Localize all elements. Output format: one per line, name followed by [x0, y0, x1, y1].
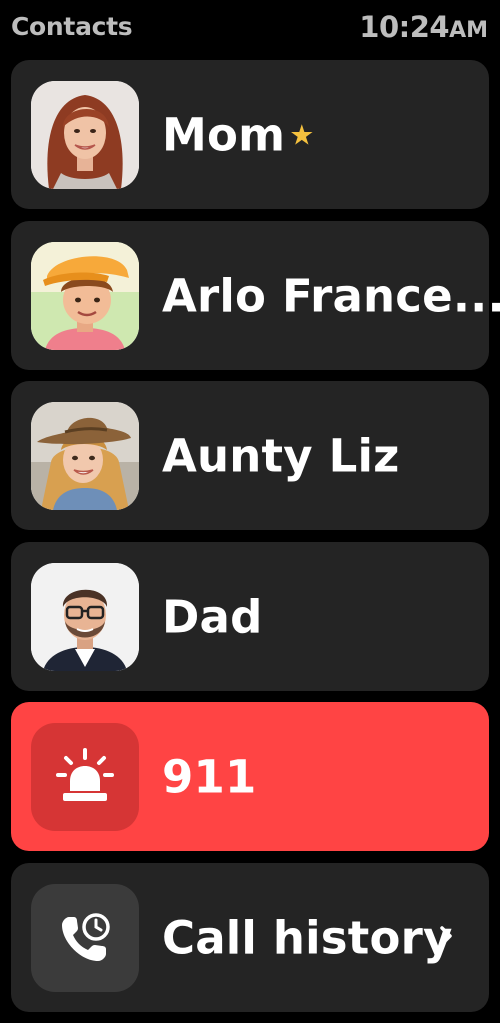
avatar	[31, 242, 139, 350]
contact-card-mom[interactable]: Mom ★	[11, 60, 489, 209]
avatar	[31, 402, 139, 510]
contact-card-dad[interactable]: Dad	[11, 542, 489, 691]
call-history-button[interactable]: Call history	[11, 863, 489, 1012]
contact-name-text: Mom	[162, 108, 286, 161]
contact-card-aunty-liz[interactable]: Aunty Liz	[11, 381, 489, 530]
call-history-label: Call history	[162, 911, 453, 964]
girl-brown-hat-avatar	[31, 402, 139, 510]
clock-ampm: AM	[449, 18, 488, 43]
chevron-right-icon	[438, 924, 454, 952]
emergency-call-button[interactable]: 911	[11, 702, 489, 851]
screen-title: Contacts	[11, 12, 133, 41]
contact-card-arlo[interactable]: Arlo France...	[11, 221, 500, 370]
contact-name: Arlo France...	[162, 269, 500, 322]
contact-name: Mom ★	[162, 108, 315, 161]
avatar	[31, 81, 139, 189]
contact-name: Aunty Liz	[162, 429, 400, 482]
icon-tile	[31, 884, 139, 992]
boy-orange-cap-avatar	[31, 242, 139, 350]
siren-icon	[56, 748, 114, 801]
emergency-label: 911	[162, 750, 257, 803]
avatar	[31, 563, 139, 671]
man-glasses-beard-avatar	[31, 563, 139, 671]
status-bar: Contacts 10:24AM	[0, 0, 500, 56]
icon-tile	[31, 723, 139, 831]
woman-red-hair-avatar	[31, 81, 139, 189]
clock: 10:24AM	[359, 10, 488, 44]
favorite-star-icon: ★	[289, 118, 315, 151]
phone-clock-icon	[62, 913, 110, 961]
clock-time: 10:24	[359, 10, 450, 44]
contact-name: Dad	[162, 590, 263, 643]
